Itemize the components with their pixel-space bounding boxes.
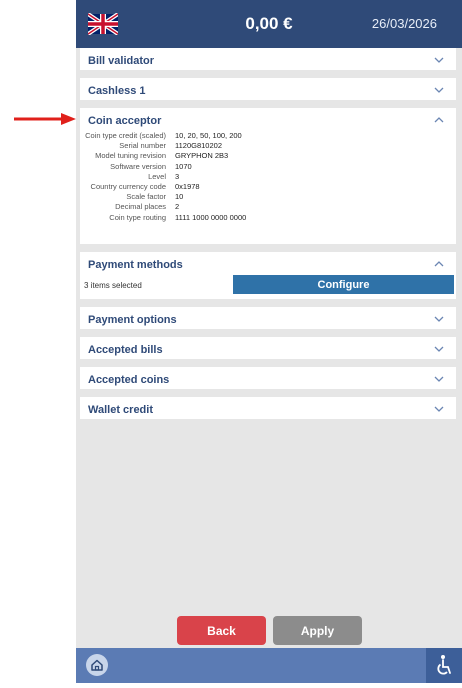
detail-value: 2	[175, 202, 180, 212]
current-date: 26/03/2026	[371, 16, 437, 31]
detail-row: Software version 1070	[80, 162, 456, 172]
back-button[interactable]: Back	[177, 616, 266, 645]
bottom-bar	[76, 648, 462, 683]
chevron-down-icon[interactable]	[434, 82, 444, 96]
detail-label: Software version	[110, 161, 166, 171]
panel-bill-validator[interactable]: Bill validator	[80, 48, 456, 70]
detail-value: 1070	[175, 161, 192, 171]
detail-row: Model tuning revision GRYPHON 2B3	[80, 151, 456, 161]
detail-label: Serial number	[119, 141, 166, 151]
accessibility-icon[interactable]	[426, 648, 462, 683]
detail-label: Level	[148, 171, 166, 181]
panel-title: Cashless 1	[88, 85, 146, 97]
panel-wallet-credit[interactable]: Wallet credit	[80, 397, 456, 419]
detail-value: GRYPHON 2B3	[175, 151, 229, 161]
panel-title: Payment methods	[88, 259, 183, 271]
kiosk-screen: 0,00 € 26/03/2026 Bill validator Cashles…	[76, 0, 462, 683]
panel-payment-options[interactable]: Payment options	[80, 307, 456, 329]
detail-row: Coin type credit (scaled) 10, 20, 50, 100…	[80, 131, 456, 141]
detail-row: Scale factor 10	[80, 192, 456, 202]
panel-title: Coin acceptor	[88, 115, 162, 127]
detail-row: Coin type routing 1111 1000 0000 0000	[80, 213, 456, 223]
detail-value: 10	[175, 192, 184, 202]
detail-row: Country currency code 0x1978	[80, 182, 456, 192]
panel-title: Accepted coins	[88, 374, 170, 386]
panel-title: Wallet credit	[88, 404, 153, 416]
chevron-down-icon[interactable]	[434, 341, 444, 355]
top-bar: 0,00 € 26/03/2026	[76, 0, 462, 48]
detail-value: 3	[175, 171, 180, 181]
detail-row: Serial number 1120G810202	[80, 141, 456, 151]
detail-label: Scale factor	[126, 192, 166, 202]
detail-label: Coin type credit (scaled)	[85, 131, 166, 140]
chevron-down-icon[interactable]	[434, 401, 444, 415]
detail-value: 1111 1000 0000 0000	[175, 212, 247, 222]
red-arrow-icon	[14, 113, 76, 125]
panel-title: Payment options	[88, 314, 177, 326]
panel-title: Bill validator	[88, 55, 155, 67]
detail-label: Country currency code	[90, 181, 166, 191]
panel-cashless-1[interactable]: Cashless 1	[80, 78, 456, 100]
panel-payment-methods[interactable]: Payment methods 3 items selected Configu…	[80, 252, 456, 299]
detail-label: Decimal places	[115, 202, 166, 212]
chevron-up-icon[interactable]	[434, 256, 444, 270]
detail-label: Model tuning revision	[95, 151, 166, 161]
items-selected-text: 3 items selected	[84, 281, 142, 290]
panel-accepted-coins[interactable]: Accepted coins	[80, 367, 456, 389]
chevron-down-icon[interactable]	[434, 52, 444, 66]
home-icon[interactable]	[86, 654, 108, 676]
coin-acceptor-details: Coin type credit (scaled) 10, 20, 50, 100…	[80, 131, 456, 223]
detail-value: 1120G810202	[175, 141, 222, 151]
chevron-down-icon[interactable]	[434, 371, 444, 385]
chevron-down-icon[interactable]	[434, 311, 444, 325]
chevron-up-icon[interactable]	[434, 112, 444, 126]
panel-coin-acceptor[interactable]: Coin acceptor Coin type credit (scaled) 1…	[80, 108, 456, 244]
apply-button[interactable]: Apply	[273, 616, 362, 645]
detail-label: Coin type routing	[109, 212, 166, 222]
detail-value: 0x1978	[175, 181, 200, 191]
panel-accepted-bills[interactable]: Accepted bills	[80, 337, 456, 359]
configure-button[interactable]: Configure	[233, 275, 454, 294]
panel-title: Accepted bills	[88, 344, 163, 356]
detail-row: Decimal places 2	[80, 202, 456, 212]
detail-row: Level 3	[80, 172, 456, 182]
detail-value: 10, 20, 50, 100, 200	[175, 131, 242, 140]
